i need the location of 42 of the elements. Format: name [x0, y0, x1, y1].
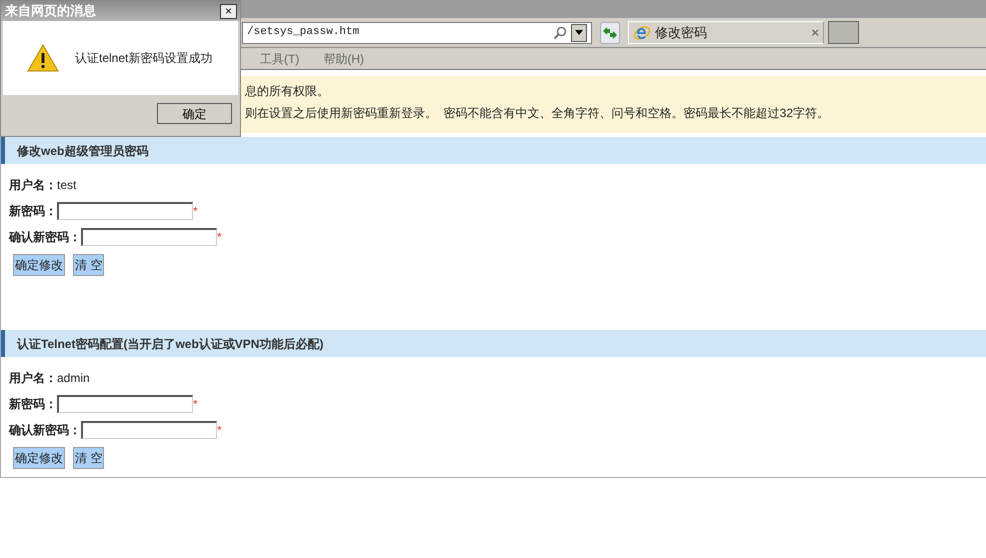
search-icon[interactable] — [553, 26, 567, 40]
dropdown-button[interactable] — [571, 24, 587, 42]
menu-item[interactable]: 帮助(H) — [323, 50, 364, 68]
address-text: /setsys_passw.htm — [247, 25, 360, 40]
refresh-icon — [602, 26, 618, 40]
required-mark: * — [217, 422, 222, 439]
clear-button[interactable]: 清 空 — [73, 447, 104, 469]
menu-item[interactable]: 工具(T) — [260, 50, 300, 68]
globe-e-icon — [633, 24, 651, 42]
field-label: 新密码： — [9, 396, 57, 413]
password-field[interactable] — [81, 228, 217, 246]
caret-icon — [575, 30, 583, 35]
close-button[interactable]: × — [220, 4, 237, 18]
ok-button[interactable]: 确定 — [157, 103, 232, 124]
notice-text: 息的所有权限。 — [245, 83, 330, 100]
required-mark: * — [193, 396, 198, 413]
password-field[interactable] — [57, 395, 193, 413]
field-label: 新密码： — [9, 203, 57, 220]
password-field[interactable] — [81, 421, 217, 439]
refresh-button[interactable] — [600, 22, 620, 44]
dialog-title: 来自网页的消息 — [5, 2, 96, 20]
dialog-message: 认证telnet新密码设置成功 — [75, 50, 212, 67]
field-label: 确认新密码： — [9, 422, 81, 439]
notice-text: 则在设置之后使用新密码重新登录。 密码不能含有中文、全角字符、问号和空格。密码最长不能超过32字符。 — [245, 105, 830, 122]
warning-icon — [27, 44, 59, 72]
confirm-button[interactable]: 确定修改 — [13, 447, 65, 469]
section-header: 修改web超级管理员密码 — [1, 137, 986, 164]
field-label: 用户名： — [9, 370, 57, 387]
required-mark: * — [217, 229, 222, 246]
section-header: 认证Telnet密码配置(当开启了web认证或VPN功能后必配) — [1, 330, 986, 357]
field-label: 用户名： — [9, 177, 57, 194]
username-value: admin — [57, 370, 90, 387]
browser-tab[interactable]: 修改密码 × — [628, 21, 824, 44]
tab-title: 修改密码 — [655, 24, 708, 42]
required-mark: * — [193, 203, 198, 220]
address-field[interactable]: /setsys_passw.htm — [242, 22, 592, 44]
clear-button[interactable]: 清 空 — [73, 254, 104, 276]
password-field[interactable] — [57, 202, 193, 220]
field-label: 确认新密码： — [9, 229, 81, 246]
new-tab-button[interactable] — [828, 21, 859, 44]
username-value: test — [57, 177, 76, 194]
confirm-button[interactable]: 确定修改 — [13, 254, 65, 276]
